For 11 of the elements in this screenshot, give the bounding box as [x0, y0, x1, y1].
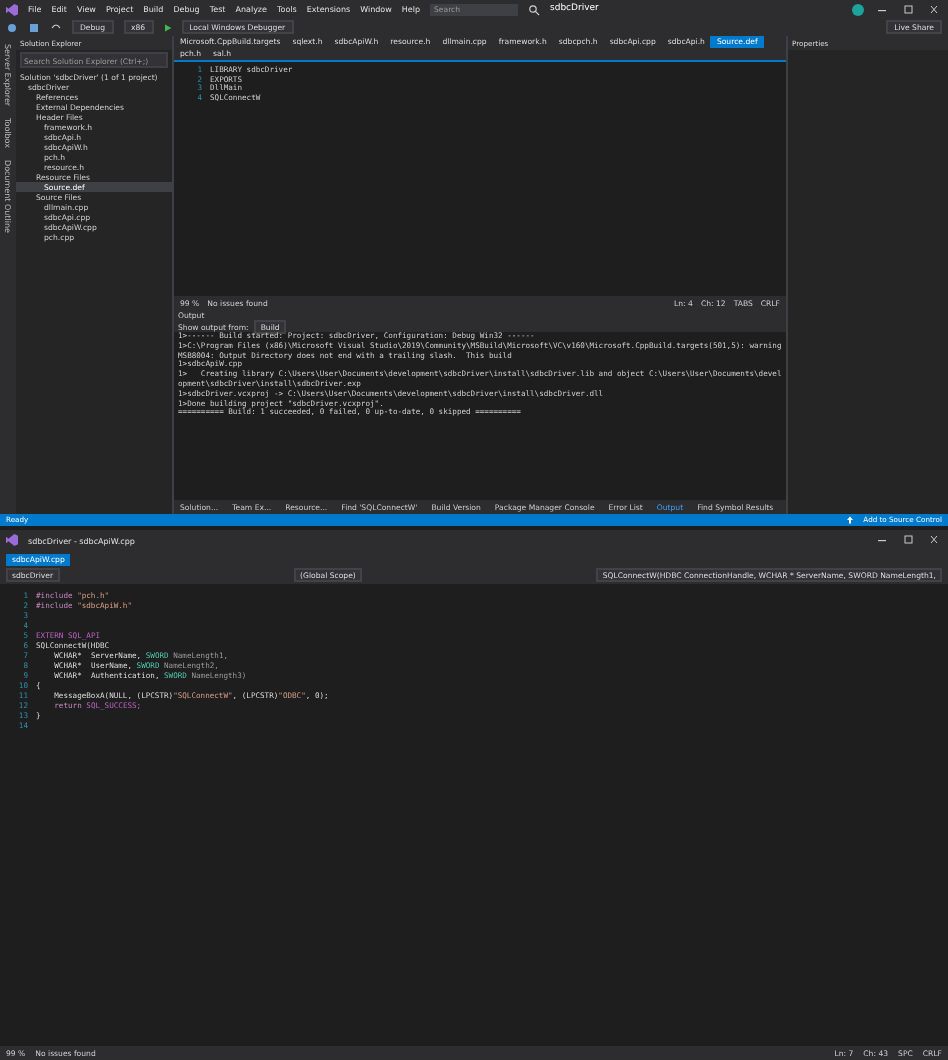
close-icon[interactable] — [926, 3, 942, 15]
account-icon[interactable] — [852, 3, 864, 15]
maximize-icon[interactable] — [900, 3, 916, 15]
upload-icon[interactable] — [845, 516, 854, 524]
logo-icon — [6, 534, 18, 546]
logo-icon — [6, 3, 18, 15]
search-icon[interactable] — [528, 3, 540, 15]
minimize-icon[interactable] — [874, 534, 890, 546]
maximize-icon[interactable] — [900, 534, 916, 546]
play-icon[interactable] — [163, 23, 172, 31]
close-icon[interactable] — [926, 534, 942, 546]
